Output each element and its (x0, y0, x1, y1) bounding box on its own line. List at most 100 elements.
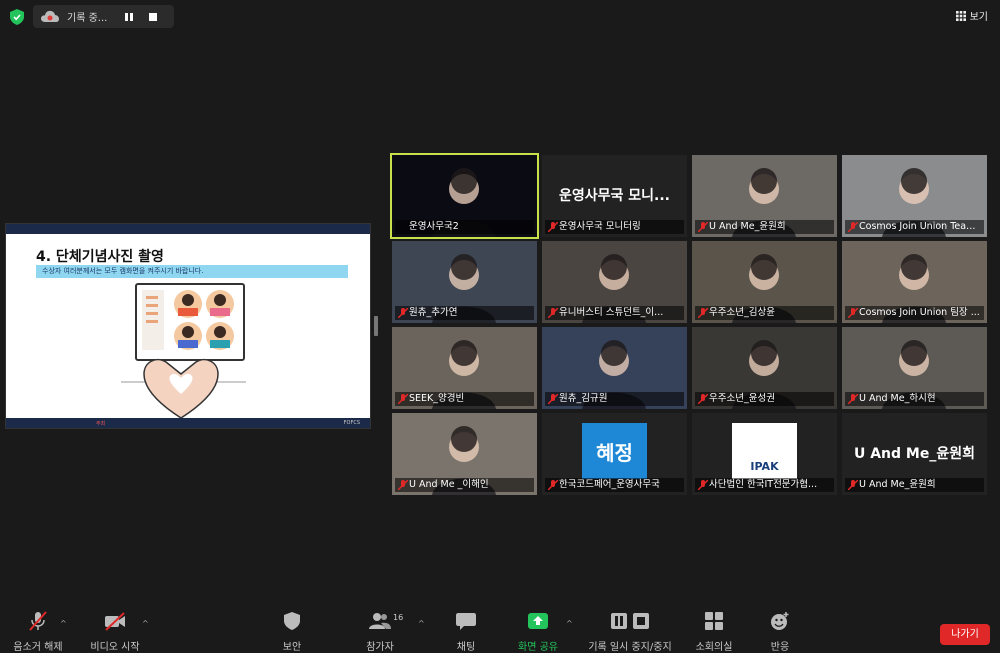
security-label: 보안 (272, 638, 312, 653)
video-off-icon (103, 610, 127, 632)
participant-tile[interactable]: U And Me_윤원희 U And Me_윤원희 (842, 413, 987, 495)
participant-name-label: U And Me_하시현 (845, 392, 984, 406)
recording-controls-button[interactable]: 기록 일시 중지/중지 (584, 610, 676, 653)
unmute-label: 음소거 해제 (8, 638, 68, 653)
participant-logo: IPAK (732, 423, 797, 479)
panel-divider-handle[interactable] (374, 316, 378, 336)
participant-name-label: 원츄_추가연 (395, 306, 534, 320)
reactions-label: 반응 (760, 638, 800, 653)
mic-muted-icon (848, 480, 858, 490)
shield-icon (284, 612, 300, 630)
participant-tile[interactable]: U And Me_하시현 (842, 327, 987, 409)
breakout-rooms-label: 소회의실 (690, 638, 738, 653)
participant-tile[interactable]: 운영사무국2 (392, 155, 537, 237)
start-video-button[interactable]: 비디오 시작 (85, 610, 145, 653)
unmute-button[interactable]: 음소거 해제 (8, 610, 68, 653)
participant-name-label: 운영사무국2 (395, 220, 534, 234)
view-button[interactable]: 보기 (956, 8, 988, 23)
participant-name-label: U And Me_윤원희 (695, 220, 834, 234)
participant-name-label: U And Me_윤원희 (845, 478, 984, 492)
participant-tile[interactable]: 원츄_김규원 (542, 327, 687, 409)
share-screen-button[interactable]: 화면 공유 (512, 610, 564, 653)
slide-top-band (6, 224, 370, 234)
mic-muted-icon (27, 610, 49, 632)
mic-muted-icon (548, 308, 558, 318)
security-button[interactable]: 보안 (272, 610, 312, 653)
reactions-button[interactable]: 반응 (760, 610, 800, 653)
mic-muted-icon (848, 308, 858, 318)
participant-tile[interactable]: 운영사무국 모니... 운영사무국 모니터링 (542, 155, 687, 237)
participant-name-label: 우주소년_김상윤 (695, 306, 834, 320)
pause-recording-button[interactable] (119, 8, 139, 26)
participant-name-label: 원츄_김규원 (545, 392, 684, 406)
participant-tile[interactable]: Cosmos Join Union 팀장 ... (842, 241, 987, 323)
stop-recording-button[interactable] (143, 8, 163, 26)
mic-muted-icon (848, 222, 858, 232)
pause-icon (124, 12, 134, 22)
pause-icon (611, 613, 627, 629)
participant-tile[interactable]: 유니버스티 스튜던트_이... (542, 241, 687, 323)
share-screen-icon (528, 613, 548, 629)
chat-label: 채팅 (446, 638, 486, 653)
participant-name-label: 유니버스티 스튜던트_이... (545, 306, 684, 320)
grid-icon (956, 11, 966, 21)
participants-count: 16 (393, 613, 403, 622)
laptop-heart-illustration (116, 282, 256, 420)
start-video-label: 비디오 시작 (85, 638, 145, 653)
participants-icon (369, 612, 391, 630)
participant-tile[interactable]: 혜정한국코드페어_운영사무국 (542, 413, 687, 495)
mic-muted-icon (398, 394, 408, 404)
recording-indicator: 기록 중... (33, 5, 174, 28)
participant-logo: 혜정 (582, 423, 647, 479)
participant-display-name: 운영사무국 모니... (542, 185, 687, 205)
meeting-toolbar: 음소거 해제 ^ 비디오 시작 ^ 보안 참가자 16 ^ (0, 604, 1000, 652)
mic-muted-icon (548, 480, 558, 490)
participant-name-label: Cosmos Join Union Team ... (845, 220, 984, 234)
shield-check-icon[interactable] (10, 9, 24, 25)
participants-options-caret-icon[interactable]: ^ (418, 619, 425, 628)
slide-title: 4. 단체기념사진 촬영 (36, 246, 164, 266)
participant-name-label: U And Me _이해인 (395, 478, 534, 492)
chat-icon (456, 612, 476, 630)
participant-name-label: 사단법인 한국IT전문가협... (695, 478, 834, 492)
mic-muted-icon (398, 308, 408, 318)
participant-name-label: 운영사무국 모니터링 (545, 220, 684, 234)
slide-footer: FOFCS (6, 418, 370, 428)
participants-label: 참가자 (358, 638, 402, 653)
participant-tile[interactable]: 우주소년_김상윤 (692, 241, 837, 323)
breakout-rooms-icon (705, 612, 723, 630)
participant-tile[interactable]: SEEK_양경빈 (392, 327, 537, 409)
mic-muted-icon (398, 480, 408, 490)
video-options-caret-icon[interactable]: ^ (142, 619, 149, 628)
stop-icon (148, 12, 158, 22)
slide-footer-left: 주최 (96, 420, 105, 427)
participant-name-label: 우주소년_윤성권 (695, 392, 834, 406)
slide-footer-right: FOFCS (344, 420, 360, 426)
participant-tile[interactable]: U And Me _이해인 (392, 413, 537, 495)
mic-muted-icon (698, 480, 708, 490)
slide-subtitle: 수상자 여러분께서는 모두 캠화면을 켜주시기 바랍니다. (36, 265, 348, 278)
participant-name-label: SEEK_양경빈 (395, 392, 534, 406)
mic-muted-icon (848, 394, 858, 404)
view-label: 보기 (970, 8, 988, 23)
smiley-add-icon (770, 611, 790, 631)
participant-tile[interactable]: 우주소년_윤성권 (692, 327, 837, 409)
participant-tile[interactable]: IPAK사단법인 한국IT전문가협... (692, 413, 837, 495)
breakout-rooms-button[interactable]: 소회의실 (690, 610, 738, 653)
participant-display-name: U And Me_윤원희 (842, 443, 987, 463)
stop-icon (633, 613, 649, 629)
shared-screen: 4. 단체기념사진 촬영 수상자 여러분께서는 모두 캠화면을 켜주시기 바랍니… (5, 223, 371, 429)
leave-meeting-button[interactable]: 나가기 (940, 624, 990, 645)
participant-tile[interactable]: 원츄_추가연 (392, 241, 537, 323)
participant-name-label: 한국코드페어_운영사무국 (545, 478, 684, 492)
participant-tile[interactable]: Cosmos Join Union Team ... (842, 155, 987, 237)
audio-options-caret-icon[interactable]: ^ (60, 619, 67, 628)
participant-tile[interactable]: U And Me_윤원희 (692, 155, 837, 237)
chat-button[interactable]: 채팅 (446, 610, 486, 653)
share-screen-label: 화면 공유 (512, 638, 564, 653)
mic-muted-icon (698, 394, 708, 404)
mic-muted-icon (698, 308, 708, 318)
share-options-caret-icon[interactable]: ^ (566, 619, 573, 628)
recording-label: 기록 중... (67, 9, 115, 24)
cloud-record-icon (41, 10, 59, 24)
